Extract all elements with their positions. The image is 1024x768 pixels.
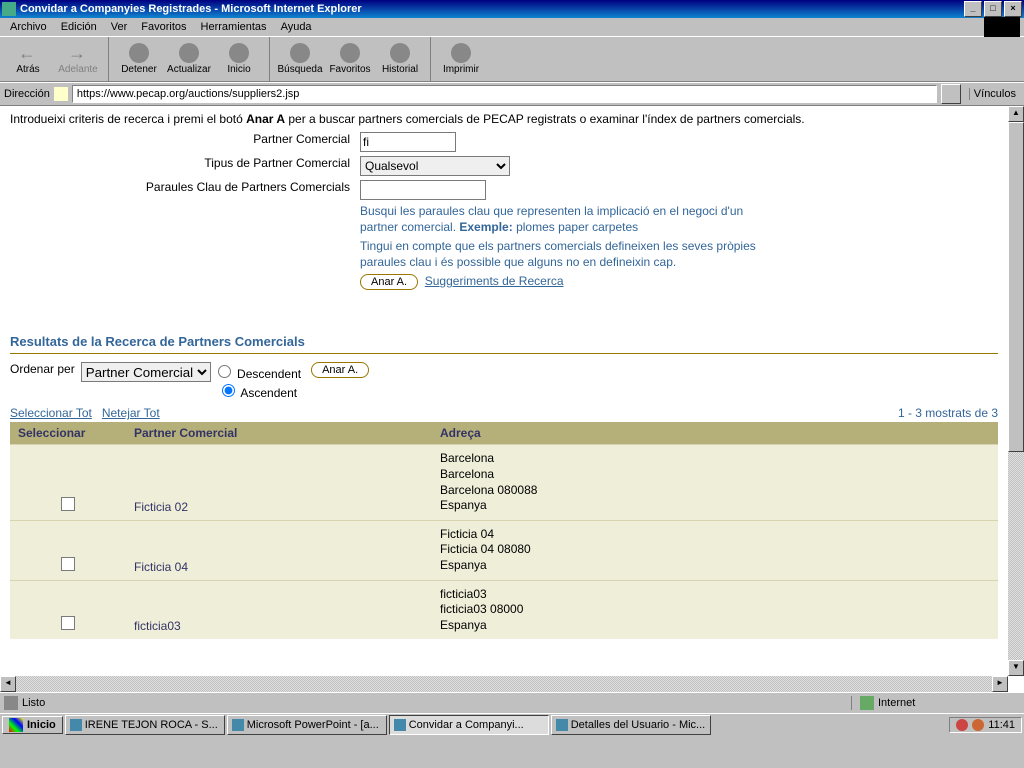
label-tipus: Tipus de Partner Comercial (10, 156, 360, 170)
window-title: Convidar a Companyies Registrades - Micr… (20, 0, 362, 18)
sort-go-button[interactable]: Anar A. (311, 362, 369, 378)
favorites-button[interactable]: Favoritos (326, 39, 374, 79)
row-address: BarcelonaBarcelonaBarcelona 080088Espany… (432, 445, 998, 520)
ie-icon (2, 2, 16, 16)
link-seleccionar-tot[interactable]: Seleccionar Tot (10, 406, 92, 420)
forward-button: →Adelante (54, 39, 102, 79)
row-checkbox[interactable] (61, 616, 75, 630)
row-checkbox[interactable] (61, 557, 75, 571)
table-row: Ficticia 04Ficticia 04Ficticia 04 08080E… (10, 520, 998, 580)
row-checkbox[interactable] (61, 497, 75, 511)
globe-icon (860, 696, 874, 710)
task-icon (70, 719, 82, 731)
home-button[interactable]: Inicio (215, 39, 263, 79)
status-icon (4, 696, 18, 710)
task-icon (232, 719, 244, 731)
zone-text: Internet (878, 697, 915, 709)
input-partner[interactable] (360, 132, 456, 152)
links-label[interactable]: Vínculos (969, 88, 1020, 100)
tray-icon-1[interactable] (956, 719, 968, 731)
stop-button[interactable]: Detener (115, 39, 163, 79)
refresh-button[interactable]: Actualizar (165, 39, 213, 79)
anar-a-button[interactable]: Anar A. (360, 274, 418, 290)
windows-logo-icon (984, 17, 1020, 37)
taskbar: Inicio IRENE TEJON ROCA - S...Microsoft … (0, 713, 1024, 736)
horizontal-scrollbar[interactable]: ◄ ► (0, 676, 1008, 692)
radio-descendent[interactable]: Descendent (213, 362, 301, 381)
task-icon (556, 719, 568, 731)
scroll-right-button[interactable]: ► (992, 676, 1008, 692)
vertical-scrollbar[interactable]: ▲ ▼ (1008, 106, 1024, 676)
history-button[interactable]: Historial (376, 39, 424, 79)
go-button[interactable] (941, 84, 961, 104)
select-ordenar[interactable]: Partner Comercial (81, 362, 211, 382)
hint-keywords-1: Busqui les paraules clau que representen… (360, 204, 780, 235)
radio-ascendent[interactable]: Ascendent (217, 381, 301, 400)
window-titlebar: Convidar a Companyies Registrades - Micr… (0, 0, 1024, 18)
label-paraules: Paraules Clau de Partners Comercials (10, 180, 360, 194)
row-address: ficticia03ficticia03 08000Espanya (432, 580, 998, 639)
row-partner: ficticia03 (126, 580, 432, 639)
maximize-button[interactable]: □ (984, 1, 1002, 17)
clock: 11:41 (988, 719, 1015, 731)
status-bar: Listo Internet (0, 692, 1024, 713)
page-icon (54, 87, 68, 101)
row-partner: Ficticia 02 (126, 445, 432, 520)
menu-archivo[interactable]: Archivo (4, 19, 53, 35)
system-tray: 11:41 (949, 717, 1022, 733)
menu-herramientas[interactable]: Herramientas (195, 19, 273, 35)
menu-edicion[interactable]: Edición (55, 19, 103, 35)
taskbar-task[interactable]: Convidar a Companyi... (389, 715, 549, 735)
table-row: ficticia03ficticia03ficticia03 08000Espa… (10, 580, 998, 639)
select-tipus[interactable]: Qualsevol (360, 156, 510, 176)
windows-icon (9, 718, 23, 732)
row-address: Ficticia 04Ficticia 04 08080Espanya (432, 520, 998, 580)
label-partner: Partner Comercial (10, 132, 360, 146)
intro-text: Introdueixi criteris de recerca i premi … (10, 112, 998, 126)
row-partner: Ficticia 04 (126, 520, 432, 580)
address-label: Dirección (4, 88, 50, 100)
scroll-up-button[interactable]: ▲ (1008, 106, 1024, 122)
minimize-button[interactable]: _ (964, 1, 982, 17)
taskbar-task[interactable]: IRENE TEJON ROCA - S... (65, 715, 225, 735)
back-button[interactable]: ←Atrás (4, 39, 52, 79)
menu-bar: Archivo Edición Ver Favoritos Herramient… (0, 18, 1024, 36)
search-button[interactable]: Búsqueda (276, 39, 324, 79)
table-row: Ficticia 02BarcelonaBarcelonaBarcelona 0… (10, 445, 998, 520)
start-button[interactable]: Inicio (2, 716, 63, 734)
close-button[interactable]: × (1004, 1, 1022, 17)
results-table: Seleccionar Partner Comercial Adreça Fic… (10, 422, 998, 639)
print-button[interactable]: Imprimir (437, 39, 485, 79)
results-count: 1 - 3 mostrats de 3 (898, 406, 998, 420)
toolbar: ←Atrás →Adelante Detener Actualizar Inic… (0, 36, 1024, 82)
col-adreca: Adreça (432, 422, 998, 445)
col-partner: Partner Comercial (126, 422, 432, 445)
tray-icon-2[interactable] (972, 719, 984, 731)
page-content: Introdueixi criteris de recerca i premi … (0, 106, 1024, 692)
results-title: Resultats de la Recerca de Partners Come… (10, 334, 998, 349)
input-paraules[interactable] (360, 180, 486, 200)
address-input[interactable] (72, 85, 937, 103)
taskbar-task[interactable]: Detalles del Usuario - Mic... (551, 715, 711, 735)
hint-keywords-2: Tingui en compte que els partners comerc… (360, 239, 780, 270)
scroll-down-button[interactable]: ▼ (1008, 660, 1024, 676)
label-ordenar: Ordenar per (10, 362, 75, 376)
menu-favoritos[interactable]: Favoritos (135, 19, 192, 35)
taskbar-task[interactable]: Microsoft PowerPoint - [a... (227, 715, 387, 735)
link-suggeriments[interactable]: Suggeriments de Recerca (425, 274, 564, 288)
menu-ver[interactable]: Ver (105, 19, 134, 35)
task-icon (394, 719, 406, 731)
address-bar: Dirección Vínculos (0, 82, 1024, 106)
link-netejar-tot[interactable]: Netejar Tot (102, 406, 160, 420)
scroll-left-button[interactable]: ◄ (0, 676, 16, 692)
sort-row: Ordenar perPartner Comercial Descendent … (10, 362, 998, 400)
col-seleccionar: Seleccionar (10, 422, 126, 445)
menu-ayuda[interactable]: Ayuda (275, 19, 318, 35)
status-text: Listo (22, 697, 45, 709)
